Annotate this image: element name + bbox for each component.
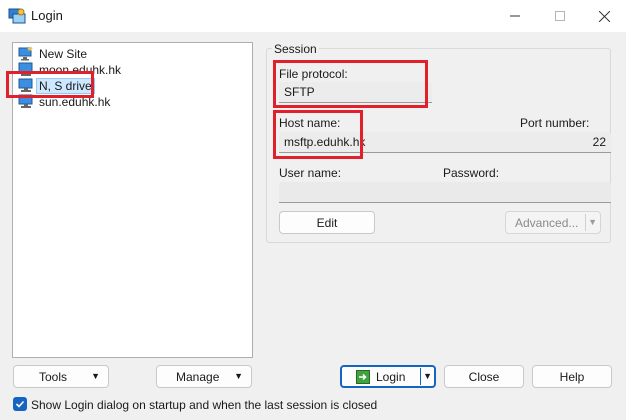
- close-button[interactable]: Close: [444, 365, 524, 388]
- computer-icon: [18, 62, 33, 76]
- password-input[interactable]: [444, 182, 611, 203]
- tree-item-label: New Site: [39, 46, 88, 61]
- manage-button[interactable]: Manage ▼: [156, 365, 252, 388]
- app-icon: [8, 8, 26, 24]
- login-button-label: Login: [376, 369, 406, 384]
- tools-button[interactable]: Tools ▼: [13, 365, 109, 388]
- maximize-button[interactable]: [538, 0, 582, 32]
- tree-item-n-s-drive[interactable]: N, S drive: [18, 77, 95, 94]
- chevron-down-icon[interactable]: ▼: [588, 217, 597, 227]
- host-name-label: Host name:: [279, 116, 341, 130]
- chevron-down-icon: ▼: [234, 371, 243, 381]
- login-divider: [420, 368, 421, 385]
- advanced-divider: [585, 214, 586, 231]
- user-name-input[interactable]: [279, 182, 446, 203]
- chevron-down-icon: ▼: [91, 371, 100, 381]
- computer-icon: [18, 78, 33, 92]
- site-tree[interactable]: New Site moon.eduhk.hk N, S drive sun.ed…: [12, 42, 253, 358]
- advanced-button[interactable]: Advanced... ▼: [505, 211, 601, 234]
- close-icon: [598, 10, 610, 22]
- minimize-button[interactable]: [493, 0, 537, 32]
- tree-item-label: N, S drive: [36, 77, 95, 94]
- close-window-button[interactable]: [582, 0, 626, 32]
- minimize-icon: [510, 15, 520, 17]
- edit-button[interactable]: Edit: [279, 211, 375, 234]
- port-number-input[interactable]: 22: [521, 132, 611, 153]
- tools-button-label: Tools: [39, 369, 68, 384]
- new-site-icon: [18, 46, 33, 61]
- computer-icon: [18, 94, 33, 108]
- checkmark-icon: [15, 400, 25, 408]
- tree-item-sun[interactable]: sun.eduhk.hk: [18, 93, 110, 110]
- tree-item-moon[interactable]: moon.eduhk.hk: [18, 61, 121, 78]
- tree-item-label: moon.eduhk.hk: [39, 62, 122, 77]
- tree-item-new-site[interactable]: New Site: [18, 45, 87, 62]
- tree-item-label: sun.eduhk.hk: [39, 94, 111, 109]
- login-icon: [356, 369, 370, 384]
- session-group-label: Session: [272, 42, 319, 56]
- file-protocol-label: File protocol:: [279, 67, 348, 81]
- chevron-down-icon[interactable]: ▼: [423, 371, 432, 381]
- show-login-label[interactable]: Show Login dialog on startup and when th…: [31, 398, 377, 412]
- manage-button-label: Manage: [176, 369, 220, 384]
- password-label: Password:: [443, 166, 500, 180]
- login-button[interactable]: Login ▼: [340, 365, 436, 388]
- window-title: Login: [31, 8, 63, 23]
- advanced-button-label: Advanced...: [515, 215, 579, 230]
- show-login-checkbox[interactable]: [13, 397, 27, 411]
- help-button[interactable]: Help: [532, 365, 612, 388]
- user-name-label: User name:: [279, 166, 342, 180]
- file-protocol-select[interactable]: SFTP: [279, 82, 432, 103]
- maximize-icon: [555, 11, 565, 21]
- port-number-label: Port number:: [520, 116, 590, 130]
- host-name-input[interactable]: msftp.eduhk.hk: [279, 132, 523, 153]
